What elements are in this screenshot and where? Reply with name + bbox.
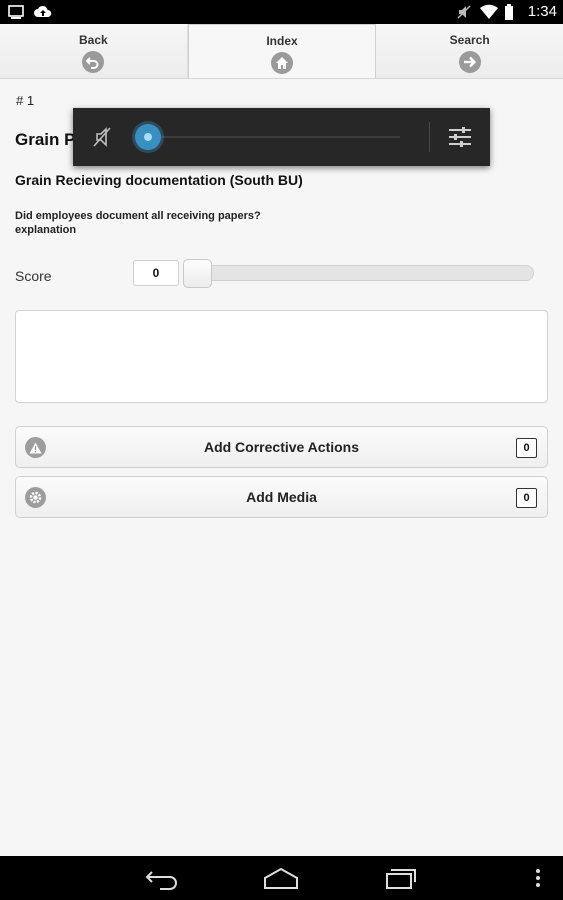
explanation-textarea[interactable]	[15, 310, 548, 403]
status-bar: 1:34	[0, 0, 563, 24]
tab-back-label: Back	[78, 33, 108, 47]
wifi-icon	[479, 4, 498, 20]
tab-index[interactable]: Index	[187, 24, 377, 78]
question-text: Did employees document all receiving pap…	[15, 209, 261, 237]
tab-index-label: Index	[266, 34, 298, 48]
equalizer-settings-icon[interactable]	[447, 125, 473, 149]
volume-overlay	[73, 108, 490, 166]
score-value-field[interactable]: 0	[133, 260, 179, 286]
media-count: 0	[516, 488, 537, 508]
section-subtitle: Grain Recieving documentation (South BU)	[15, 172, 303, 188]
back-nav-icon[interactable]	[144, 866, 180, 890]
volume-muted-icon[interactable]	[91, 125, 115, 149]
add-media-label: Add Media	[246, 489, 317, 505]
corrective-actions-label: Add Corrective Actions	[203, 439, 360, 455]
volume-divider	[429, 122, 430, 152]
home-nav-icon[interactable]	[263, 866, 299, 890]
score-label: Score	[15, 268, 52, 284]
page-title: Grain P	[15, 130, 76, 149]
screenshot-icon	[8, 4, 24, 20]
volume-slider-thumb[interactable]	[135, 124, 161, 150]
home-icon	[271, 52, 293, 74]
volume-muted-icon	[456, 4, 472, 20]
explanation-label: explanation	[15, 224, 77, 236]
cloud-upload-icon	[34, 4, 52, 20]
volume-thumb-center	[144, 133, 152, 141]
system-nav-bar	[0, 856, 563, 900]
add-corrective-actions-button[interactable]: Add Corrective Actions 0	[15, 426, 548, 468]
add-media-button[interactable]: Add Media 0	[15, 476, 548, 518]
score-slider-track[interactable]	[186, 265, 534, 281]
top-tab-bar: Back Index Search	[0, 24, 563, 79]
overflow-menu-icon[interactable]	[530, 866, 546, 890]
question-line: Did employees document all receiving pap…	[15, 210, 261, 222]
item-number: # 1	[16, 93, 35, 108]
tab-search[interactable]: Search	[376, 24, 563, 78]
recent-apps-icon[interactable]	[384, 866, 420, 890]
tab-back[interactable]: Back	[0, 24, 188, 78]
tab-search-label: Search	[449, 33, 490, 47]
forward-arrow-icon	[458, 51, 481, 73]
back-arrow-icon	[82, 51, 105, 73]
clock-time: 1:34	[527, 3, 557, 20]
battery-icon	[504, 4, 520, 20]
score-slider-handle[interactable]	[183, 259, 212, 288]
volume-slider-track[interactable]	[148, 136, 400, 138]
corrective-actions-count: 0	[516, 438, 537, 458]
